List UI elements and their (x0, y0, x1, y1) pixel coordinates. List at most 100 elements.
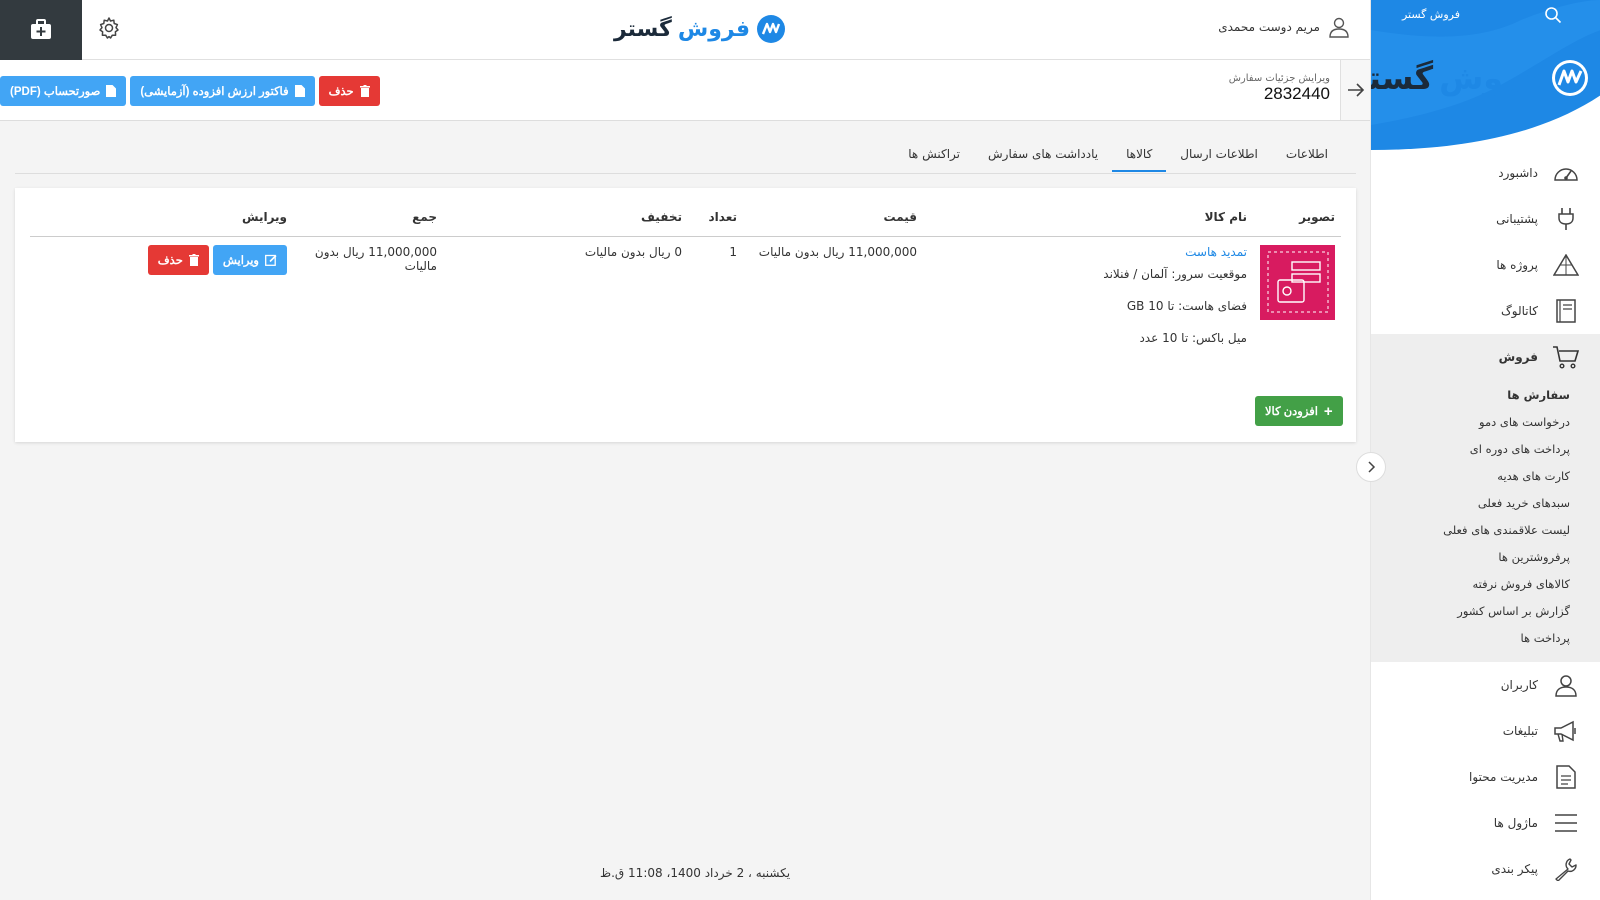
vat-invoice-label: فاکتور ارزش افزوده (آزمایشی) (140, 86, 289, 98)
sidebar-item-label: مدیریت محتوا (1469, 770, 1538, 784)
order-number: 2832440 (1263, 84, 1330, 103)
submenu-orders[interactable]: سفارش ها (1371, 382, 1600, 409)
col-edit: ویرایش (30, 198, 293, 237)
top-logo[interactable]: فروش گستر (614, 14, 786, 44)
sidebar-logo[interactable]: فروش گستر (1371, 58, 1590, 98)
action-bar: ویرایش جزئیات سفارش 2832440 حذف فاکتور ا… (0, 60, 1370, 121)
product-thumbnail[interactable] (1260, 244, 1335, 320)
catalog-icon (1556, 299, 1576, 323)
tab-shipping[interactable]: اطلاعات ارسال (1166, 140, 1272, 172)
sidebar-item-sales[interactable]: فروش (1371, 334, 1600, 380)
sidebar-logo-word-1: فروش (1439, 59, 1544, 97)
logo-word-1: فروش (677, 16, 750, 42)
product-name-cell: تمدید هاست موقعیت سرور: آلمان / فنلاند ف… (923, 236, 1253, 371)
footer-datetime: یکشنبه ، 2 خرداد 1400، 11:08 ق.ظ (600, 866, 791, 880)
product-price: 11,000,000 ریال بدون مالیات (758, 244, 917, 259)
sidebar-item-label: پشتیبانی (1496, 212, 1538, 226)
submenu-demo-requests[interactable]: درخواست های دمو (1371, 409, 1600, 436)
topbar: فروش گستر مریم دوست محمدی (0, 0, 1370, 60)
trash-icon (359, 85, 370, 97)
table-row: تمدید هاست موقعیت سرور: آلمان / فنلاند ف… (30, 236, 1341, 371)
trash-icon (188, 253, 199, 266)
search-icon (1545, 7, 1562, 24)
sidebar-item-promotions[interactable]: تبلیغات (1371, 708, 1600, 754)
tab-transactions[interactable]: تراکنش ها (894, 140, 974, 172)
sidebar-scrollbar[interactable] (1371, 150, 1376, 890)
sidebar-item-configuration[interactable]: پیکر بندی (1371, 846, 1600, 892)
product-attr-mailbox: میل باکس: تا 10 عدد (1139, 330, 1247, 345)
delete-item-button[interactable]: حذف (147, 244, 209, 275)
vat-invoice-button[interactable]: فاکتور ارزش افزوده (آزمایشی) (130, 76, 315, 106)
edit-item-button[interactable]: ویرایش (212, 244, 287, 275)
submenu-wishlists[interactable]: لیست علاقمندی های فعلی (1371, 517, 1600, 544)
sidebar: فروش گستر فروش گستر داشبورد پشتیبانی پرو… (1356, 0, 1600, 900)
product-edit-cell: حذف ویرایش (30, 236, 293, 371)
sidebar-item-projects[interactable]: پروژه ها (1371, 242, 1600, 288)
product-qty: 1 (729, 244, 737, 259)
project-icon (1553, 254, 1579, 276)
file-icon (294, 85, 305, 97)
edit-item-label: ویرایش (222, 254, 259, 267)
submenu-current-carts[interactable]: سبدهای خرید فعلی (1371, 490, 1600, 517)
add-product-button[interactable]: + افزودن کالا (1255, 396, 1343, 426)
tab-order-notes[interactable]: یادداشت های سفارش (974, 140, 1112, 172)
product-total: 11,000,000 ریال بدون مالیات (314, 244, 437, 273)
products-table: تصویر نام کالا قیمت تعداد تخفیف جمع ویرا… (30, 198, 1341, 371)
submenu-never-sold[interactable]: کالاهای فروش نرفته (1371, 571, 1600, 598)
sidebar-item-label: ماژول ها (1493, 816, 1538, 830)
sidebar-item-catalog[interactable]: کاتالوگ (1371, 288, 1600, 334)
menu-icon (1555, 814, 1577, 832)
sidebar-item-label: کاربران (1500, 678, 1538, 692)
sidebar-item-users[interactable]: کاربران (1371, 662, 1600, 708)
order-heading: ویرایش جزئیات سفارش (1228, 73, 1330, 84)
add-product-label: افزودن کالا (1265, 406, 1318, 418)
tab-bar: اطلاعات اطلاعات ارسال کالاها یادداشت های… (15, 140, 1356, 174)
sidebar-item-content[interactable]: مدیریت محتوا (1371, 754, 1600, 800)
logo-icon (1552, 60, 1588, 96)
submenu-payments[interactable]: پرداخت ها (1371, 625, 1600, 652)
submenu-recurring-payments[interactable]: پرداخت های دوره ای (1371, 436, 1600, 463)
products-card: تصویر نام کالا قیمت تعداد تخفیف جمع ویرا… (15, 188, 1356, 442)
submenu-country-report[interactable]: گزارش بر اساس کشور (1371, 598, 1600, 625)
delete-order-button[interactable]: حذف (318, 76, 380, 106)
invoice-pdf-label: صورتحساب (PDF) (10, 86, 101, 98)
submenu-gift-cards[interactable]: کارت های هدیه (1371, 463, 1600, 490)
col-discount: تخفیف (443, 198, 688, 237)
dashboard-icon (1554, 168, 1578, 181)
sidebar-menu: داشبورد پشتیبانی پروژه ها کاتالوگ فروش س… (1371, 150, 1600, 892)
order-info: ویرایش جزئیات سفارش 2832440 (1229, 73, 1330, 104)
sidebar-item-label: پروژه ها (1496, 258, 1538, 272)
toolkit-button[interactable] (0, 0, 82, 60)
submenu-bestsellers[interactable]: پرفروشترین ها (1371, 544, 1600, 571)
product-image-cell (1253, 236, 1341, 371)
sidebar-item-label: داشبورد (1498, 166, 1538, 180)
sidebar-search-button[interactable] (1542, 6, 1562, 26)
row-actions: حذف ویرایش (36, 244, 287, 275)
user-menu[interactable]: مریم دوست محمدی (1218, 16, 1350, 38)
sidebar-item-label: فروش (1498, 350, 1538, 364)
arrow-right-icon (1347, 83, 1364, 97)
delete-order-label: حذف (328, 86, 354, 98)
delete-item-label: حذف (157, 254, 183, 267)
sidebar-brand: فروش گستر (1401, 8, 1460, 21)
sidebar-item-dashboard[interactable]: داشبورد (1371, 150, 1600, 196)
product-name-link[interactable]: تمدید هاست (929, 245, 1247, 259)
table-header-row: تصویر نام کالا قیمت تعداد تخفیف جمع ویرا… (30, 198, 1341, 237)
medkit-icon (31, 19, 51, 39)
sidebar-item-modules[interactable]: ماژول ها (1371, 800, 1600, 846)
sidebar-item-support[interactable]: پشتیبانی (1371, 196, 1600, 242)
back-button[interactable] (1340, 60, 1370, 120)
tab-info[interactable]: اطلاعات (1272, 140, 1342, 172)
document-icon (1556, 765, 1576, 789)
tab-products[interactable]: کالاها (1112, 140, 1167, 172)
col-image: تصویر (1253, 198, 1341, 237)
sidebar-logo-word-2: گستر (1371, 59, 1434, 97)
product-attr-server: موقعیت سرور: آلمان / فنلاند (1103, 266, 1247, 281)
user-icon (1555, 675, 1577, 697)
invoice-pdf-button[interactable]: صورتحساب (PDF) (0, 76, 127, 106)
user-name: مریم دوست محمدی (1218, 20, 1320, 34)
cart-icon (1553, 346, 1580, 369)
settings-button[interactable] (95, 16, 121, 42)
col-name: نام کالا (923, 198, 1253, 237)
plus-icon: + (1323, 402, 1333, 420)
